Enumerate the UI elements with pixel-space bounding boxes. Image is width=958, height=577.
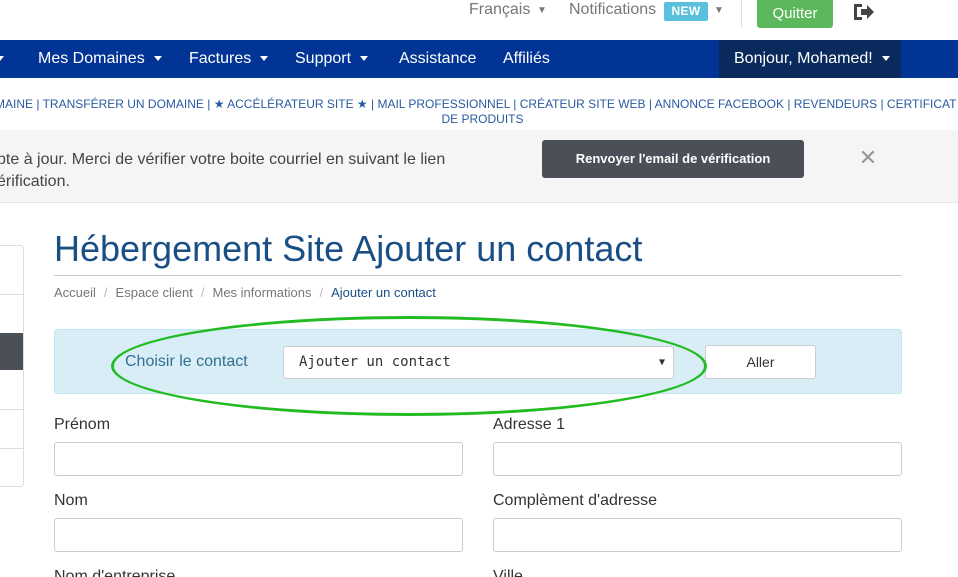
language-caret-icon: ▼ [537,5,547,16]
breadcrumb-client-area[interactable]: Espace client [116,285,193,300]
nav-item-assistance[interactable]: Assistance [399,40,476,78]
choose-contact-label: Choisir le contact [125,353,248,370]
nav-item-affilies[interactable]: Affiliés [503,40,550,78]
product-links-line1[interactable]: MAINE | TRANSFÉRER UN DOMAINE | ★ ACCÉLÉ… [0,97,958,111]
sidebar-divider [0,409,23,410]
language-selector[interactable]: Français [469,1,530,19]
contact-select[interactable]: Ajouter un contact ▼ [283,346,674,379]
new-badge: NEW [664,2,708,21]
user-menu[interactable]: Bonjour, Mohamed! [719,40,901,78]
last-name-label: Nom [54,492,88,509]
product-links-line2[interactable]: DE PRODUITS [0,112,958,127]
notifications-link[interactable]: Notifications [569,1,656,19]
nav-item-support[interactable]: Support [295,40,369,78]
logout-icon[interactable] [852,2,876,22]
sidebar-divider [0,448,23,449]
first-name-label: Prénom [54,416,111,433]
nav-item-mes-domaines[interactable]: Mes Domaines [38,40,162,78]
city-label: Ville [493,568,523,577]
address2-input[interactable] [493,518,902,552]
caret-down-icon [260,56,269,62]
notifications-caret-icon: ▼ [714,5,724,16]
sidebar-panel [0,245,24,487]
caret-down-icon [360,56,369,62]
first-name-input[interactable] [54,442,463,476]
nav-caret-icon[interactable] [0,40,4,78]
sidebar-divider [0,294,23,295]
top-bar: Français ▼ Notifications NEW ▼ Quitter [0,0,958,40]
main-nav: Mes Domaines Factures Support Assistance… [0,40,958,78]
breadcrumb-home[interactable]: Accueil [54,285,96,300]
company-label: Nom d'entreprise [54,568,176,577]
last-name-input[interactable] [54,518,463,552]
product-links-bar[interactable]: MAINE | TRANSFÉRER UN DOMAINE | ★ ACCÉLÉ… [0,97,958,127]
resend-verification-button[interactable]: Renvoyer l'email de vérification [542,140,804,178]
breadcrumb-current: Ajouter un contact [331,285,436,300]
contact-selector-panel: Choisir le contact Ajouter un contact ▼ … [54,329,902,394]
caret-down-icon [881,56,890,62]
breadcrumb: Accueil / Espace client / Mes informations / A… [54,285,436,300]
caret-down-icon [153,56,162,62]
nav-item-factures[interactable]: Factures [189,40,269,78]
top-bar-divider [741,0,742,27]
verification-alert: pte à jour. Merci de vérifier votre boit… [0,130,958,203]
address1-label: Adresse 1 [493,416,566,433]
go-button[interactable]: Aller [705,345,816,379]
sidebar-item-active[interactable] [0,333,23,370]
address2-label: Complèment d'adresse [493,492,658,509]
address1-input[interactable] [493,442,902,476]
title-divider [54,275,902,276]
alert-message: pte à jour. Merci de vérifier votre boit… [0,151,446,190]
page-title: Hébergement Site Ajouter un contact [54,228,643,269]
breadcrumb-my-info[interactable]: Mes informations [213,285,312,300]
quit-button[interactable]: Quitter [757,0,833,28]
close-icon[interactable]: ✕ [857,147,879,169]
select-caret-icon: ▼ [658,357,665,368]
